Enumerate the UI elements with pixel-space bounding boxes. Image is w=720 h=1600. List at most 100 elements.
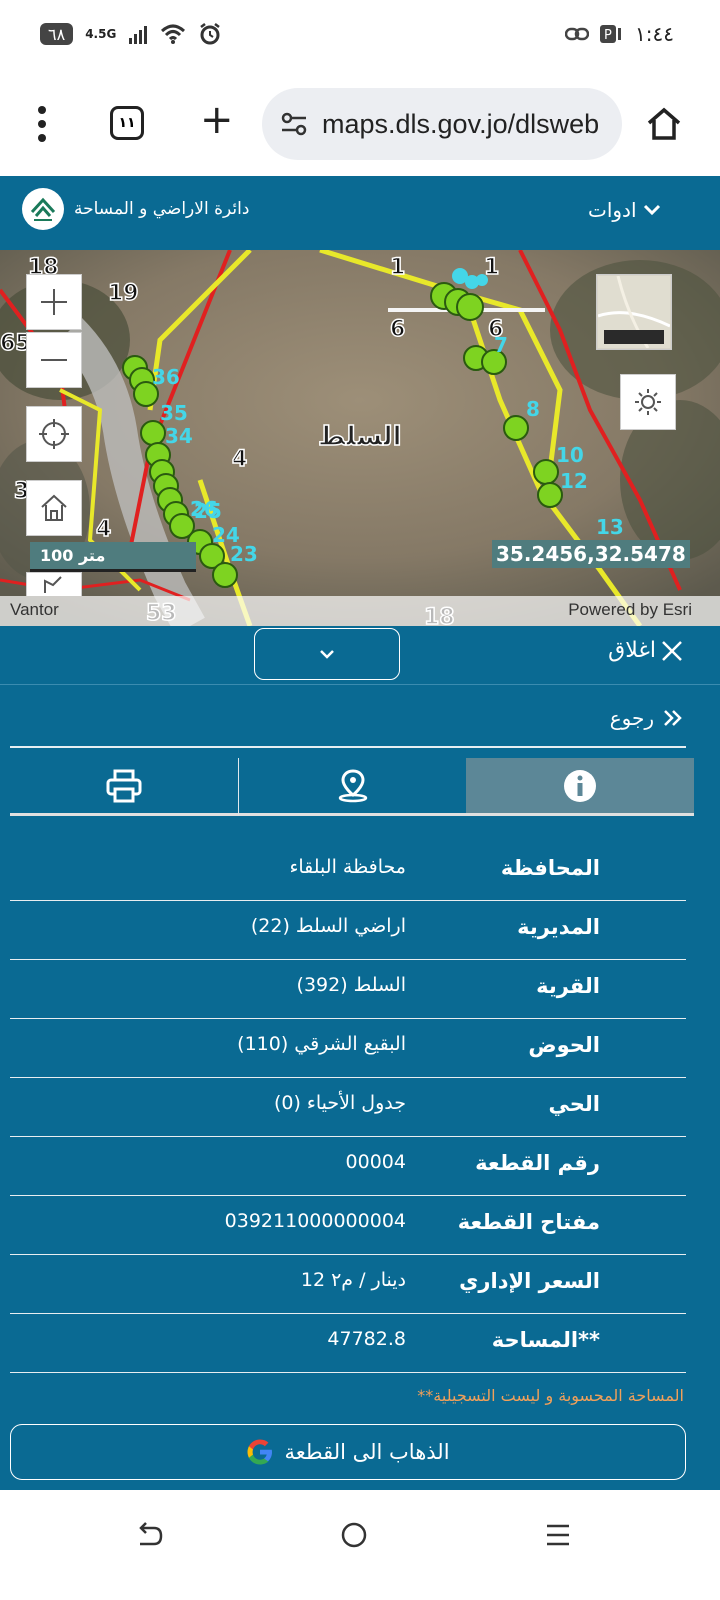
map-view[interactable]: 36 35 34 26 25 24 23 7 8 10 12 13 18 19 … <box>0 250 720 626</box>
chevron-down-icon <box>320 650 334 659</box>
printer-icon <box>106 769 142 802</box>
row-value: 00004 <box>345 1151 406 1173</box>
svg-text:19: 19 <box>108 281 139 306</box>
more-menu-icon[interactable] <box>30 104 54 144</box>
scale-label: 100 متر <box>40 546 106 565</box>
home-extent-button[interactable] <box>26 480 82 536</box>
row-label: رقم القطعة <box>475 1151 600 1175</box>
table-row: السعر الإداري 12 دينار / م٢ <box>10 1255 686 1314</box>
svg-text:25: 25 <box>194 499 222 523</box>
link-icon <box>565 27 590 41</box>
row-label: الحوض <box>528 1033 600 1057</box>
coordinate-readout: 35.2456,32.5478 <box>492 540 690 568</box>
back-button[interactable]: رجوع <box>610 706 684 730</box>
row-label: المساحة** <box>491 1328 600 1352</box>
row-value: السلط (392) <box>296 974 406 996</box>
svg-text:P: P <box>604 28 612 43</box>
brightness-button[interactable] <box>620 374 676 430</box>
svg-text:13: 13 <box>596 515 624 539</box>
app-logo-title: دائرة الاراضي و المساحة <box>22 188 249 230</box>
svg-text:1: 1 <box>390 255 405 280</box>
zoom-out-button[interactable] <box>26 332 82 388</box>
row-value: 039211000000004 <box>224 1210 406 1232</box>
panel-tabs <box>10 758 695 816</box>
svg-text:23: 23 <box>230 542 258 566</box>
svg-text:36: 36 <box>152 365 180 389</box>
row-label: السعر الإداري <box>459 1269 600 1293</box>
home-circle-icon[interactable] <box>339 1520 369 1550</box>
double-chevron-right-icon <box>664 710 682 726</box>
info-icon <box>564 769 597 802</box>
site-settings-icon[interactable] <box>280 110 308 138</box>
basemap-gallery-button[interactable] <box>596 274 672 350</box>
address-bar[interactable]: maps.dls.gov.jo/dlsweb <box>262 88 622 160</box>
svg-text:35: 35 <box>160 401 188 425</box>
app-title: دائرة الاراضي و المساحة <box>74 199 250 219</box>
tab-print[interactable] <box>10 758 239 816</box>
svg-text:10: 10 <box>556 443 584 467</box>
alarm-icon <box>200 23 221 45</box>
clock: ١:٤٤ <box>635 22 674 46</box>
row-label: الحي <box>548 1092 600 1116</box>
tab-count: ١١ <box>118 115 136 131</box>
table-row: المديرية اراضي السلط (22) <box>10 901 686 960</box>
svg-text:12: 12 <box>560 469 588 493</box>
app-header: دائرة الاراضي و المساحة ادوات <box>0 176 720 250</box>
basemap-thumbnail-icon <box>598 276 670 348</box>
tools-menu[interactable]: ادوات <box>588 198 661 222</box>
back-icon[interactable] <box>134 1520 164 1550</box>
new-tab-button[interactable]: + <box>200 100 234 140</box>
map-pin-icon <box>338 768 367 802</box>
zoom-in-button[interactable] <box>26 274 82 330</box>
google-icon <box>247 1439 273 1465</box>
dls-logo-icon <box>22 188 64 230</box>
url-text: maps.dls.gov.jo/dlsweb <box>322 108 600 139</box>
svg-text:34: 34 <box>165 424 193 448</box>
table-row: الحوض البقيع الشرقي (110) <box>10 1019 686 1078</box>
table-row: الحي جدول الأحياء (0) <box>10 1078 686 1137</box>
wifi-icon <box>161 24 186 44</box>
svg-text:6: 6 <box>390 317 405 342</box>
close-label: اغلاق <box>608 638 656 663</box>
system-nav-bar <box>0 1490 720 1600</box>
tab-location[interactable] <box>238 758 467 816</box>
battery-indicator: ٦٨ <box>40 23 74 45</box>
measure-icon <box>44 575 62 593</box>
browser-toolbar: ١١ + maps.dls.gov.jo/dlsweb <box>0 70 720 176</box>
tools-label: ادوات <box>588 198 637 222</box>
network-type: 4.5G <box>85 27 117 41</box>
goto-label: الذهاب الى القطعة <box>284 1440 450 1464</box>
map-attribution: Vantor Powered by Esri <box>0 596 720 626</box>
row-value: محافظة البلقاء <box>289 856 406 878</box>
locate-button[interactable] <box>26 406 82 462</box>
measure-button[interactable] <box>26 572 82 596</box>
svg-text:6: 6 <box>488 317 503 342</box>
sun-icon <box>635 389 661 415</box>
scale-bar: 100 متر <box>30 542 196 572</box>
close-icon <box>662 640 682 661</box>
area-footnote: **المساحة المحسوبة و ليست التسجيلية <box>417 1386 684 1405</box>
goto-parcel-button[interactable]: الذهاب الى القطعة <box>10 1424 686 1480</box>
row-value: البقيع الشرقي (110) <box>237 1033 406 1055</box>
table-row: المحافظة محافظة البلقاء <box>10 842 686 901</box>
attribution-left: Vantor <box>10 600 59 619</box>
svg-text:4: 4 <box>96 517 111 542</box>
home-icon <box>41 494 67 521</box>
table-row: رقم القطعة 00004 <box>10 1137 686 1196</box>
row-label: المحافظة <box>500 856 600 880</box>
close-panel-button[interactable]: اغلاق <box>608 638 684 663</box>
chevron-down-icon <box>643 204 660 216</box>
collapse-panel-button[interactable] <box>254 628 400 680</box>
home-icon[interactable] <box>646 106 682 142</box>
recents-icon[interactable] <box>543 1520 573 1550</box>
back-row-divider <box>10 746 686 748</box>
row-label: القرية <box>536 974 600 998</box>
table-row: مفتاح القطعة 039211000000004 <box>10 1196 686 1255</box>
crosshair-icon <box>39 419 69 449</box>
parcel-details-table: المحافظة محافظة البلقاء المديرية اراضي الس… <box>10 842 686 1373</box>
back-label: رجوع <box>609 706 654 730</box>
tab-switcher-button[interactable]: ١١ <box>110 106 144 140</box>
attribution-right[interactable]: Powered by Esri <box>568 600 692 620</box>
row-value: جدول الأحياء (0) <box>273 1092 406 1114</box>
tab-info[interactable] <box>466 758 695 816</box>
